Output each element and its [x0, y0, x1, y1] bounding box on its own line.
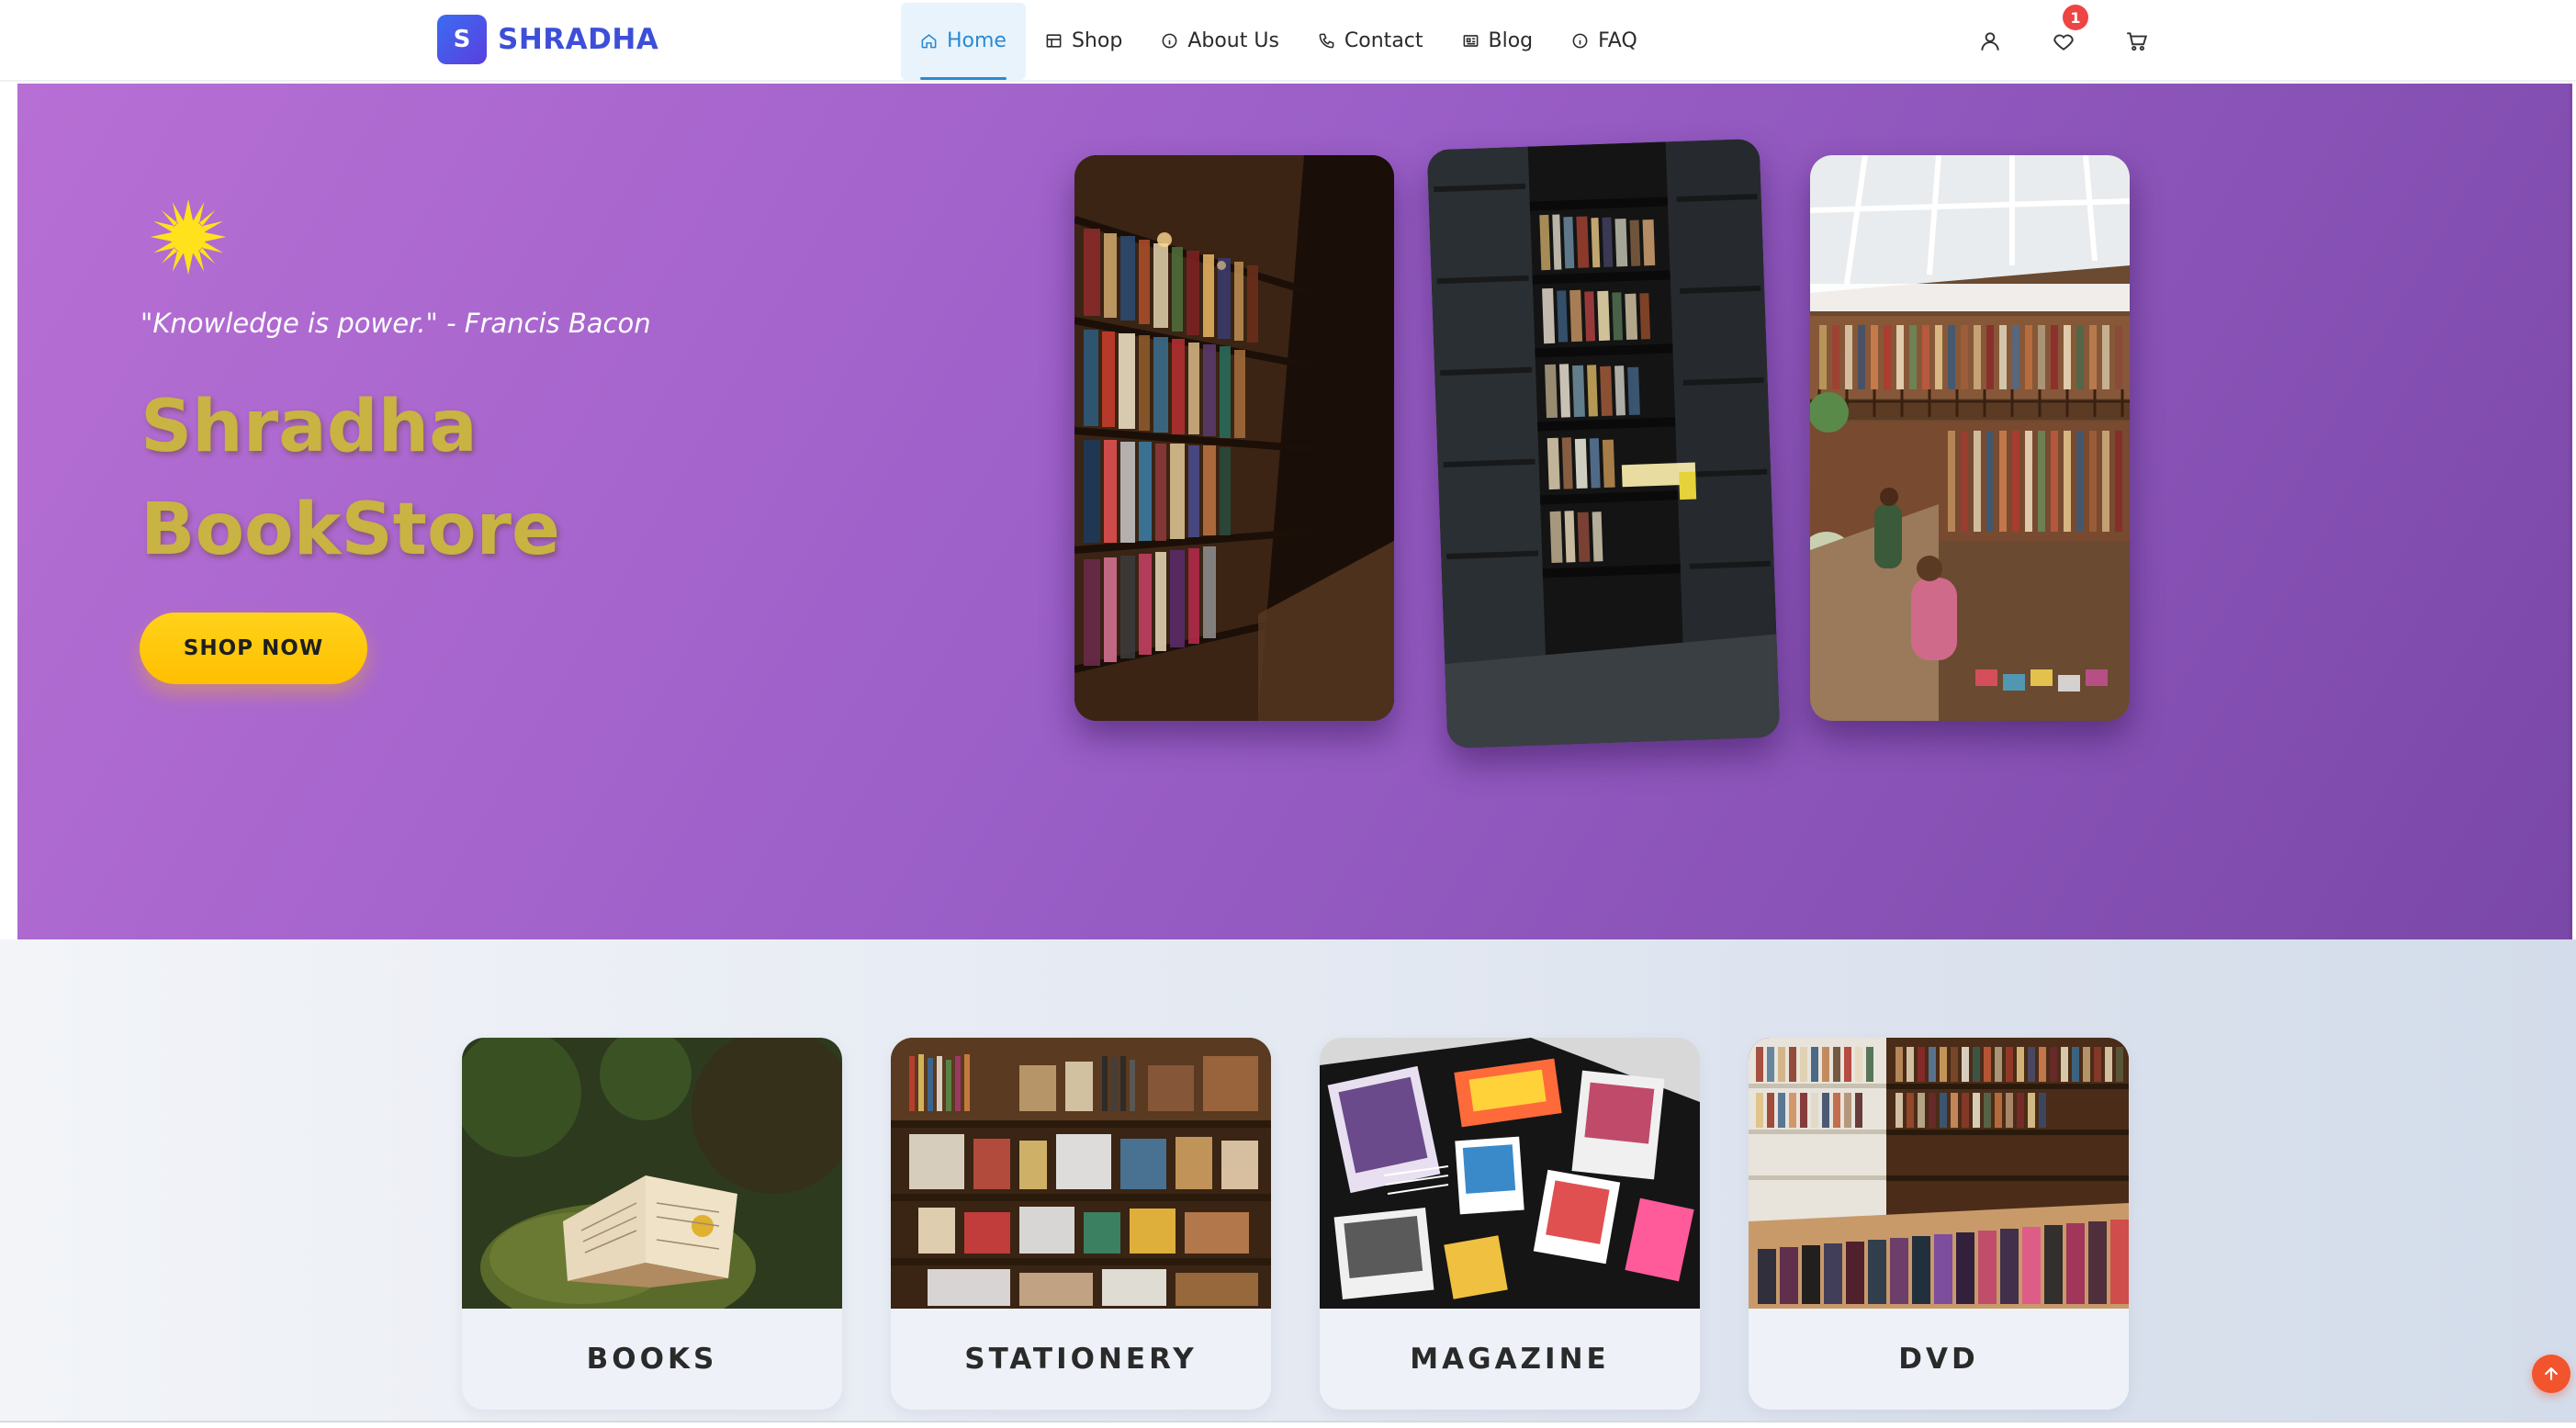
nav-item-shop[interactable]: Shop: [1026, 3, 1142, 80]
nav-actions: 1: [1971, 5, 2156, 61]
category-label: DVD: [1898, 1343, 1979, 1376]
heart-icon: [2053, 34, 2074, 51]
account-button[interactable]: [1971, 22, 2009, 61]
hero-edge: [2569, 84, 2572, 939]
category-label: MAGAZINE: [1410, 1343, 1610, 1376]
open-book-image: [462, 1038, 842, 1309]
cart-button[interactable]: [2118, 22, 2156, 61]
hero-image-library: [1074, 155, 1394, 721]
nav-label: Home: [947, 29, 1007, 52]
library-shelves-image: [1074, 155, 1394, 721]
info-icon: [1162, 33, 1177, 49]
hero-quote: "Knowledge is power." - Francis Bacon: [141, 308, 651, 339]
page-bottom-border: [0, 1421, 2576, 1428]
brand-logo[interactable]: S SHRADHA: [437, 15, 658, 64]
bookstore-tower-image: [1426, 138, 1781, 749]
category-card-books[interactable]: BOOKS: [462, 1038, 842, 1410]
nav-label: Shop: [1071, 29, 1123, 52]
hero-title-line2: BookStore: [141, 489, 560, 571]
category-card-stationery[interactable]: STATIONERY: [891, 1038, 1271, 1410]
hero-title: Shradha BookStore: [141, 376, 560, 581]
category-label: BOOKS: [586, 1343, 718, 1376]
nav-label: Blog: [1488, 29, 1534, 52]
magazine-collage-image: [1320, 1038, 1700, 1309]
nav-item-contact[interactable]: Contact: [1299, 3, 1443, 80]
main-nav: Home Shop About Us Contact Blog FAQ: [901, 0, 1657, 82]
nav-label: About Us: [1187, 29, 1279, 52]
info-icon: [1572, 33, 1588, 49]
hero-banner: "Knowledge is power." - Francis Bacon Sh…: [17, 84, 2572, 939]
categories-section: BOOKS STATIONERY MAGAZINE DVD: [0, 939, 2576, 1428]
shop-now-button[interactable]: SHOP NOW: [140, 613, 367, 684]
nav-item-home[interactable]: Home: [901, 2, 1026, 80]
navbar: S SHRADHA Home Shop About Us Contact Blo…: [0, 0, 2576, 82]
category-image: [462, 1038, 842, 1309]
newspaper-icon: [1463, 35, 1478, 47]
phone-icon: [1319, 33, 1334, 49]
category-label: STATIONERY: [964, 1343, 1198, 1376]
scroll-to-top-button[interactable]: [2532, 1355, 2570, 1393]
nav-label: FAQ: [1598, 29, 1637, 52]
category-card-dvd[interactable]: DVD: [1749, 1038, 2129, 1410]
hero-image-hall: [1810, 155, 2130, 721]
dvd-store-image: [1749, 1038, 2129, 1309]
stationery-shop-image: [891, 1038, 1271, 1309]
sun-icon: [150, 198, 227, 275]
user-icon: [1981, 32, 1999, 51]
wishlist-badge: 1: [2063, 5, 2088, 30]
category-image: [1749, 1038, 2129, 1309]
bookstore-hall-image: [1810, 155, 2130, 721]
nav-label: Contact: [1344, 29, 1423, 52]
home-icon: [921, 34, 937, 49]
nav-item-blog[interactable]: Blog: [1443, 3, 1553, 80]
category-card-magazine[interactable]: MAGAZINE: [1320, 1038, 1700, 1410]
arrow-up-icon: [2545, 1367, 2558, 1380]
category-image: [1320, 1038, 1700, 1309]
shop-icon: [1046, 34, 1062, 48]
nav-item-about[interactable]: About Us: [1142, 3, 1299, 80]
cart-icon: [2127, 32, 2148, 51]
wishlist-button[interactable]: 1: [2044, 5, 2088, 61]
hero-title-line1: Shradha: [141, 386, 478, 468]
logo-mark: S: [437, 15, 487, 64]
nav-item-faq[interactable]: FAQ: [1552, 3, 1657, 80]
brand-name: SHRADHA: [498, 23, 659, 56]
hero-image-tower: [1426, 138, 1781, 749]
page: S SHRADHA Home Shop About Us Contact Blo…: [0, 0, 2576, 1428]
category-image: [891, 1038, 1271, 1309]
